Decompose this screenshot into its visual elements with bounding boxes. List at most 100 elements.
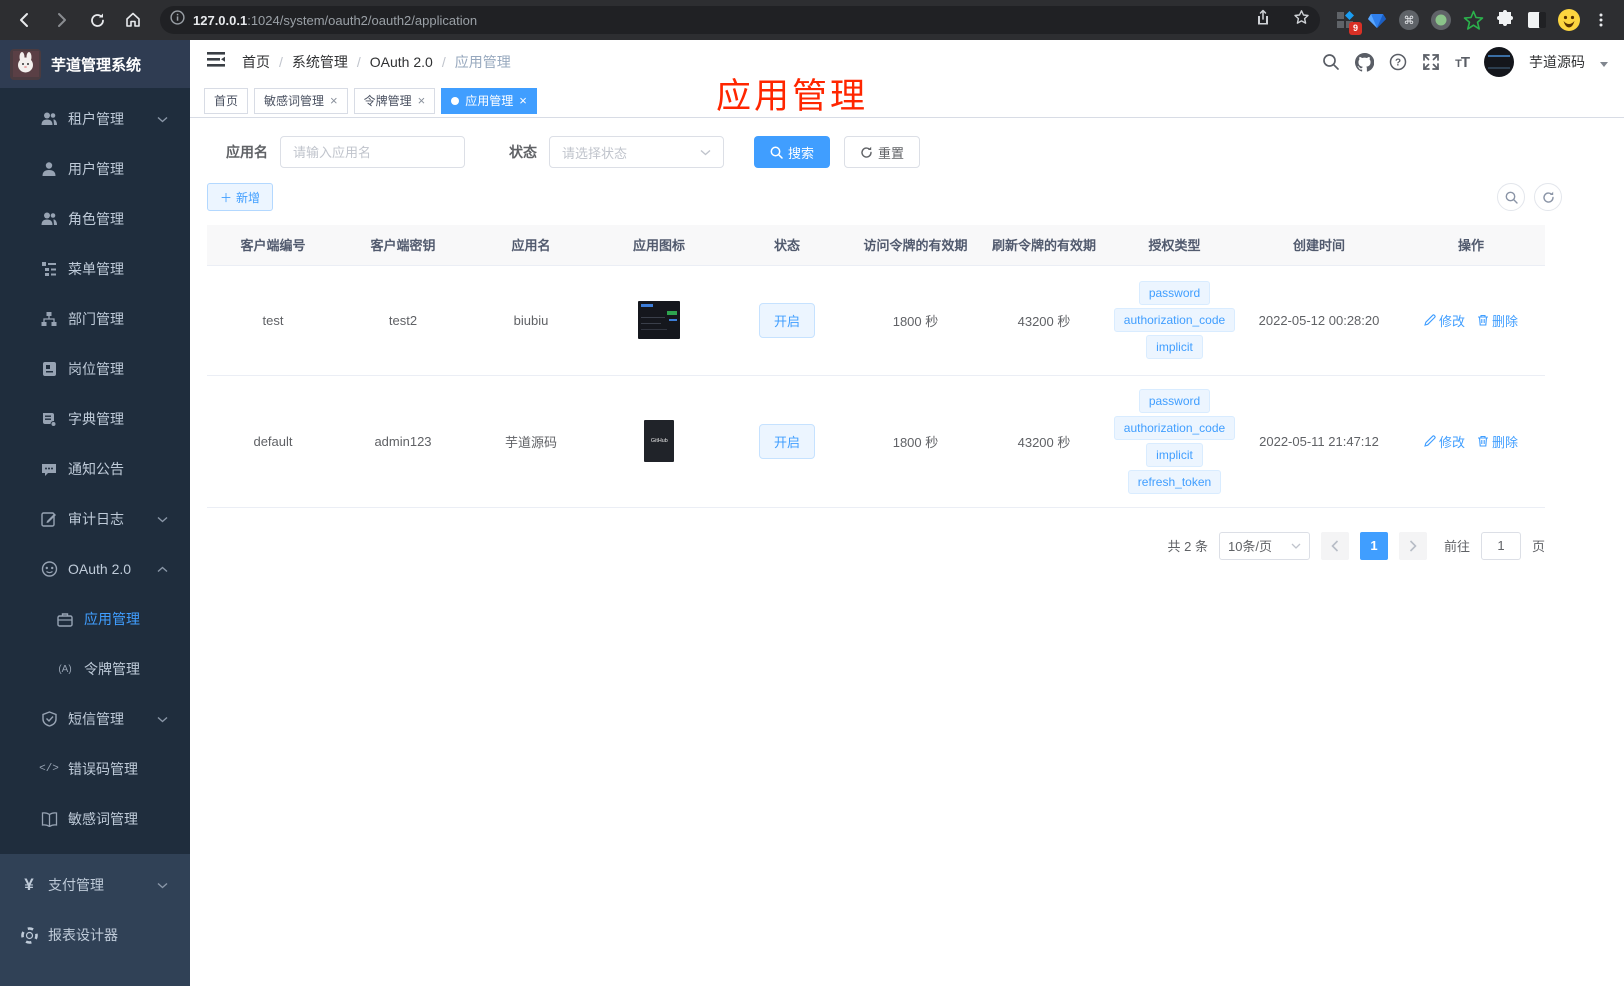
- browser-menu-icon[interactable]: [1588, 7, 1614, 33]
- tab-token[interactable]: 令牌管理 ×: [353, 87, 436, 114]
- breadcrumb-system[interactable]: 系统管理: [292, 52, 348, 72]
- briefcase-icon: [56, 610, 74, 628]
- extension-gem-icon[interactable]: [1364, 7, 1390, 33]
- breadcrumb: 首页 / 系统管理 / OAuth 2.0 / 应用管理: [242, 52, 511, 72]
- open-book-icon: [40, 810, 58, 828]
- home-icon[interactable]: [118, 5, 148, 35]
- cell-client-id: test: [207, 264, 339, 376]
- sidebar-item-post[interactable]: 岗位管理: [0, 344, 190, 394]
- sidebar-item-report-designer[interactable]: 报表设计器: [0, 910, 190, 960]
- edit-button[interactable]: 修改: [1424, 311, 1465, 330]
- total-count: 共 2 条: [1167, 539, 1208, 554]
- goto-page-input[interactable]: [1480, 531, 1521, 560]
- sidebar-item-role[interactable]: 角色管理: [0, 194, 190, 244]
- page-number-current[interactable]: 1: [1359, 531, 1388, 560]
- trash-icon: [1478, 435, 1488, 447]
- site-info-icon[interactable]: [170, 10, 185, 30]
- sidebar-item-error-code[interactable]: </> 错误码管理: [0, 744, 190, 794]
- cell-created: 2022-05-12 00:28:20: [1241, 264, 1397, 376]
- profile-avatar-icon[interactable]: [1556, 7, 1582, 33]
- app-icon-image: GitHub: [644, 420, 674, 462]
- next-page-button[interactable]: [1398, 531, 1427, 560]
- sidebar-item-tenant[interactable]: 租户管理: [0, 94, 190, 144]
- collapse-sidebar-icon[interactable]: [206, 51, 226, 73]
- extension-command-icon[interactable]: ⌘: [1396, 7, 1422, 33]
- sidebar-item-user[interactable]: 用户管理: [0, 144, 190, 194]
- add-button[interactable]: ＋ 新增: [207, 183, 274, 211]
- forward-icon[interactable]: [46, 5, 76, 35]
- sidebar-item-payment[interactable]: ¥ 支付管理: [0, 860, 190, 910]
- sidebar-item-dict[interactable]: 字典管理: [0, 394, 190, 444]
- toggle-search-button[interactable]: [1497, 183, 1525, 211]
- chevron-down-icon: [700, 149, 711, 155]
- url-path: :1024/system/oauth2/oauth2/application: [247, 12, 478, 28]
- extension-tag-manager-icon[interactable]: 9: [1332, 7, 1362, 35]
- tab-sensitive-word[interactable]: 敏感词管理 ×: [254, 87, 348, 114]
- search-button[interactable]: 搜索: [754, 136, 831, 168]
- trash-icon: [1478, 314, 1488, 326]
- sidepanel-icon[interactable]: [1524, 7, 1550, 33]
- search-icon[interactable]: [1322, 53, 1340, 71]
- applications-table: 客户端编号 客户端密钥 应用名 应用图标 状态 访问令牌的有效期 刷新令牌的有效…: [207, 225, 1545, 508]
- search-icon: [770, 146, 783, 159]
- cell-actions: 修改 删除: [1397, 375, 1545, 508]
- close-icon[interactable]: ×: [519, 94, 527, 107]
- page-size-select[interactable]: 10条/页: [1218, 531, 1310, 560]
- tab-application[interactable]: 应用管理 ×: [441, 87, 537, 114]
- back-icon[interactable]: [10, 5, 40, 35]
- github-icon[interactable]: [1355, 52, 1375, 72]
- cell-app-icon: GitHub: [595, 375, 723, 508]
- app-name-input[interactable]: [280, 136, 465, 168]
- bookmark-star-icon[interactable]: [1293, 9, 1310, 31]
- fullscreen-icon[interactable]: [1422, 53, 1440, 71]
- sidebar-item-audit-log[interactable]: 审计日志: [0, 494, 190, 544]
- col-access-ttl: 访问令牌的有效期: [851, 225, 980, 265]
- chevron-down-icon: [157, 710, 168, 728]
- font-size-icon[interactable]: TT: [1455, 54, 1470, 71]
- delete-button[interactable]: 删除: [1477, 432, 1518, 451]
- user-menu-caret-icon[interactable]: [1600, 61, 1608, 67]
- reload-icon[interactable]: [82, 5, 112, 35]
- users-icon: [40, 110, 58, 128]
- sidebar-item-sms[interactable]: 短信管理: [0, 694, 190, 744]
- sidebar-item-oauth2-token[interactable]: (A) 令牌管理: [0, 644, 190, 694]
- close-icon[interactable]: ×: [330, 94, 338, 107]
- status-select[interactable]: 请选择状态: [549, 136, 724, 168]
- reset-button[interactable]: 重置: [844, 136, 921, 168]
- refresh-table-button[interactable]: [1534, 183, 1562, 211]
- address-bar[interactable]: 127.0.0.1:1024/system/oauth2/oauth2/appl…: [160, 6, 1320, 34]
- edit-button[interactable]: 修改: [1424, 432, 1465, 451]
- sidebar-item-sensitive-word[interactable]: 敏感词管理: [0, 794, 190, 844]
- status-badge: 开启: [758, 302, 815, 338]
- user-avatar[interactable]: [1484, 47, 1514, 77]
- logo-bar[interactable]: 芋道管理系统: [0, 40, 190, 88]
- cell-secret: test2: [339, 264, 467, 376]
- tab-home[interactable]: 首页: [204, 87, 249, 114]
- help-icon[interactable]: ?: [1389, 53, 1407, 71]
- sidebar-item-notice[interactable]: 通知公告: [0, 444, 190, 494]
- extension-recorder-icon[interactable]: [1428, 7, 1454, 33]
- sidebar-item-oauth2-application[interactable]: 应用管理: [0, 594, 190, 644]
- sidebar-item-oauth2[interactable]: OAuth 2.0: [0, 544, 190, 594]
- extensions-puzzle-icon[interactable]: [1492, 7, 1518, 33]
- cell-created: 2022-05-11 21:47:12: [1241, 375, 1397, 508]
- extension-badge: 9: [1348, 22, 1362, 35]
- cell-access-ttl: 1800 秒: [851, 264, 980, 376]
- delete-button[interactable]: 删除: [1477, 311, 1518, 330]
- close-icon[interactable]: ×: [418, 94, 426, 107]
- breadcrumb-home[interactable]: 首页: [242, 52, 270, 72]
- share-icon[interactable]: [1255, 9, 1271, 31]
- col-refresh-ttl: 刷新令牌的有效期: [980, 225, 1108, 265]
- username[interactable]: 芋道源码: [1529, 52, 1585, 72]
- breadcrumb-oauth2[interactable]: OAuth 2.0: [370, 54, 433, 70]
- col-app-name: 应用名: [467, 225, 595, 265]
- user-icon: [40, 160, 58, 178]
- sidebar-item-menu[interactable]: 菜单管理: [0, 244, 190, 294]
- code-icon: </>: [39, 763, 59, 775]
- col-grant-types: 授权类型: [1108, 225, 1241, 265]
- badge-icon: [40, 360, 58, 378]
- prev-page-button[interactable]: [1320, 531, 1349, 560]
- extension-star-icon[interactable]: [1460, 7, 1486, 33]
- logo-image: [10, 48, 41, 80]
- sidebar-item-dept[interactable]: 部门管理: [0, 294, 190, 344]
